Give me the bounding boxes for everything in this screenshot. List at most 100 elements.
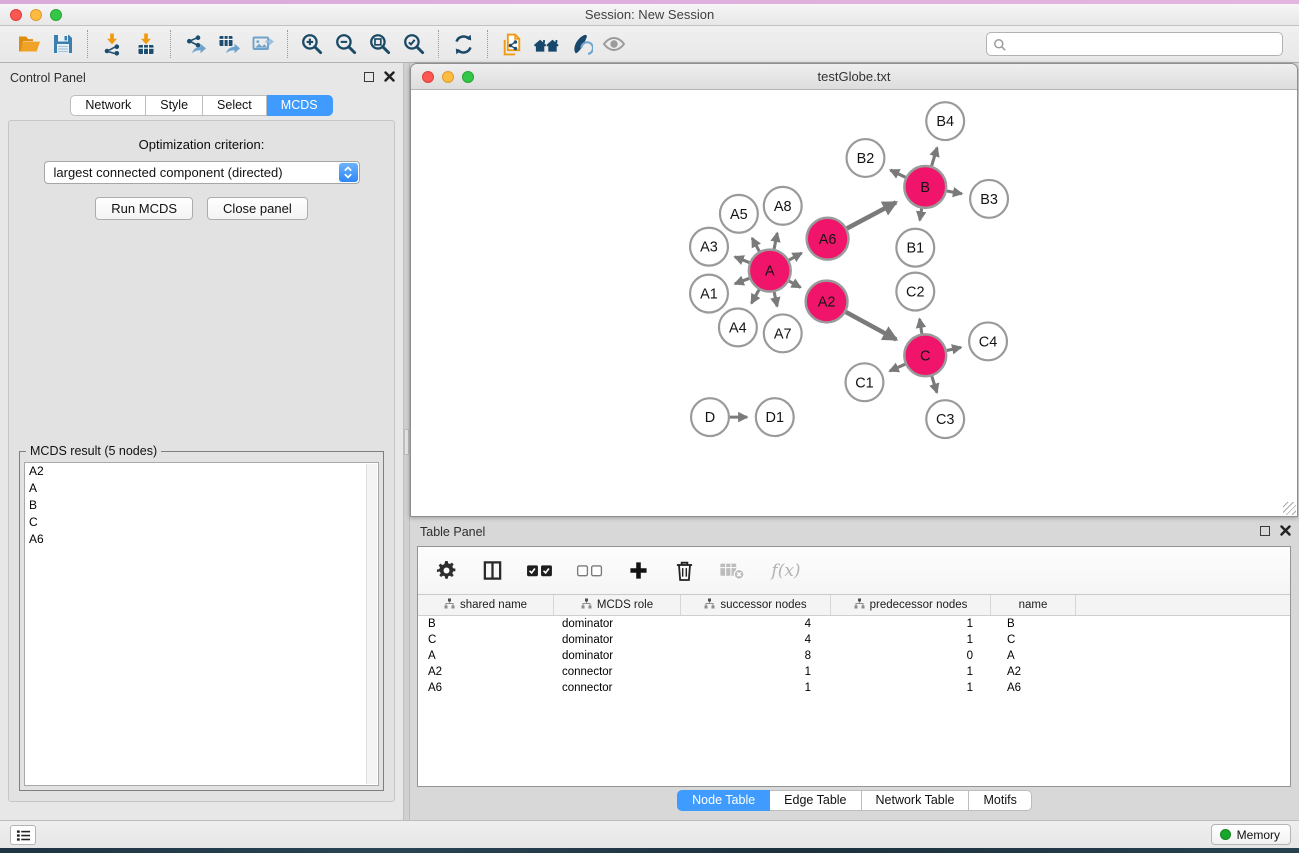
- delete-columns-icon[interactable]: [670, 556, 698, 586]
- graph-edge-A-A2[interactable]: [789, 281, 800, 287]
- close-panel-icon[interactable]: [384, 71, 395, 82]
- criterion-dropdown[interactable]: largest connected component (directed): [44, 161, 360, 184]
- style-preview-icon[interactable]: [563, 29, 597, 59]
- graph-node-B1[interactable]: B1: [896, 229, 934, 267]
- graph-node-A2[interactable]: A2: [806, 281, 848, 323]
- add-column-icon[interactable]: [624, 556, 652, 586]
- zoom-selected-icon[interactable]: [397, 29, 431, 59]
- graph-edge-A-A1[interactable]: [735, 278, 749, 283]
- graph-node-B[interactable]: B: [904, 166, 946, 208]
- result-list-item[interactable]: C: [25, 514, 378, 531]
- select-all-rows-icon[interactable]: [524, 556, 556, 586]
- graph-node-A4[interactable]: A4: [719, 308, 757, 346]
- table-row[interactable]: Bdominator41B: [418, 616, 1290, 632]
- graph-edge-B-B1[interactable]: [920, 209, 922, 221]
- graph-edge-A-A8[interactable]: [774, 233, 777, 249]
- search-input[interactable]: [1011, 35, 1271, 53]
- close-panel-button[interactable]: Close panel: [207, 197, 308, 220]
- column-header-successor-nodes[interactable]: successor nodes: [681, 595, 831, 615]
- window-resize-grip[interactable]: [1283, 502, 1296, 515]
- table-header-row[interactable]: shared nameMCDS rolesuccessor nodesprede…: [418, 595, 1290, 616]
- network-graph[interactable]: B4B2BB3A5A8A6A3B1AC2A1A2A4A7C4CC1C3DD1: [412, 91, 1296, 515]
- network-zoom-button[interactable]: [462, 71, 474, 83]
- column-header-MCDS-role[interactable]: MCDS role: [554, 595, 681, 615]
- split-column-icon[interactable]: [478, 556, 506, 586]
- graph-node-A8[interactable]: A8: [764, 187, 802, 225]
- panel-splitter[interactable]: [403, 63, 410, 820]
- graph-edge-A6-B[interactable]: [847, 202, 896, 228]
- zoom-window-button[interactable]: [50, 9, 62, 21]
- graph-edge-B-B2[interactable]: [890, 170, 905, 177]
- graph-node-C1[interactable]: C1: [846, 363, 884, 401]
- float-table-panel-icon[interactable]: [1260, 526, 1270, 536]
- graph-edge-C-C4[interactable]: [947, 347, 961, 350]
- run-mcds-button[interactable]: Run MCDS: [95, 197, 193, 220]
- import-table-icon[interactable]: [129, 29, 163, 59]
- close-window-button[interactable]: [10, 9, 22, 21]
- close-table-panel-icon[interactable]: [1280, 525, 1291, 536]
- deselect-all-rows-icon[interactable]: [574, 556, 606, 586]
- graph-edge-C-C2[interactable]: [920, 319, 922, 334]
- mcds-result-list[interactable]: A2ABCA6: [24, 462, 379, 786]
- graph-edge-A-A4[interactable]: [751, 290, 759, 303]
- save-session-icon[interactable]: [46, 29, 80, 59]
- home-layouts-icon[interactable]: [529, 29, 563, 59]
- table-row[interactable]: Cdominator41C: [418, 632, 1290, 648]
- graph-edge-A-A6[interactable]: [789, 253, 802, 260]
- graph-node-B2[interactable]: B2: [847, 139, 885, 177]
- column-header-name[interactable]: name: [991, 595, 1076, 615]
- clone-network-icon[interactable]: [495, 29, 529, 59]
- graph-node-A7[interactable]: A7: [764, 314, 802, 352]
- column-header-predecessor-nodes[interactable]: predecessor nodes: [831, 595, 991, 615]
- graph-node-A3[interactable]: A3: [690, 228, 728, 266]
- open-session-icon[interactable]: [12, 29, 46, 59]
- minimize-window-button[interactable]: [30, 9, 42, 21]
- graph-edge-B-B3[interactable]: [947, 191, 962, 194]
- table-row[interactable]: A6connector11A6: [418, 680, 1290, 696]
- tab-select[interactable]: Select: [203, 95, 267, 116]
- graph-node-A5[interactable]: A5: [720, 195, 758, 233]
- zoom-fit-icon[interactable]: [363, 29, 397, 59]
- graph-edge-C-C3[interactable]: [932, 376, 937, 392]
- graph-node-A1[interactable]: A1: [690, 275, 728, 313]
- function-builder-icon[interactable]: f(x): [766, 556, 806, 586]
- network-window-titlebar[interactable]: testGlobe.txt: [411, 64, 1297, 90]
- tab-network[interactable]: Network: [70, 95, 146, 116]
- graph-edge-A2-C[interactable]: [846, 312, 896, 340]
- graph-node-C4[interactable]: C4: [969, 322, 1007, 360]
- table-row[interactable]: A2connector11A2: [418, 664, 1290, 680]
- tab-style[interactable]: Style: [146, 95, 203, 116]
- result-list-item[interactable]: B: [25, 497, 378, 514]
- graph-node-D1[interactable]: D1: [756, 398, 794, 436]
- graph-node-A[interactable]: A: [749, 250, 791, 292]
- graph-edge-B-B4[interactable]: [932, 148, 937, 166]
- search-field[interactable]: [986, 32, 1283, 56]
- show-hide-graphics-icon[interactable]: [597, 29, 631, 59]
- graph-edge-C-C1[interactable]: [890, 364, 905, 371]
- graph-node-C[interactable]: C: [904, 334, 946, 376]
- graph-edge-A-A7[interactable]: [774, 292, 777, 306]
- network-close-button[interactable]: [422, 71, 434, 83]
- tab-network-table[interactable]: Network Table: [862, 790, 970, 811]
- graph-node-C3[interactable]: C3: [926, 400, 964, 438]
- result-list-item[interactable]: A2: [25, 463, 378, 480]
- table-settings-icon[interactable]: [432, 556, 460, 586]
- export-network-icon[interactable]: [178, 29, 212, 59]
- column-header-shared-name[interactable]: shared name: [418, 595, 554, 615]
- task-history-button[interactable]: [10, 825, 36, 845]
- graph-node-B4[interactable]: B4: [926, 102, 964, 140]
- export-table-icon[interactable]: [212, 29, 246, 59]
- graph-node-A6[interactable]: A6: [807, 218, 849, 260]
- tab-motifs[interactable]: Motifs: [969, 790, 1031, 811]
- memory-button[interactable]: Memory: [1211, 824, 1291, 845]
- tab-node-table[interactable]: Node Table: [677, 790, 770, 811]
- graph-edge-A-A5[interactable]: [752, 238, 759, 251]
- graph-edge-A-A3[interactable]: [735, 257, 750, 263]
- graph-node-C2[interactable]: C2: [896, 273, 934, 311]
- graph-node-D[interactable]: D: [691, 398, 729, 436]
- network-minimize-button[interactable]: [442, 71, 454, 83]
- result-list-scrollbar[interactable]: [366, 464, 377, 784]
- tab-edge-table[interactable]: Edge Table: [770, 790, 861, 811]
- float-panel-icon[interactable]: [364, 72, 374, 82]
- zoom-out-icon[interactable]: [329, 29, 363, 59]
